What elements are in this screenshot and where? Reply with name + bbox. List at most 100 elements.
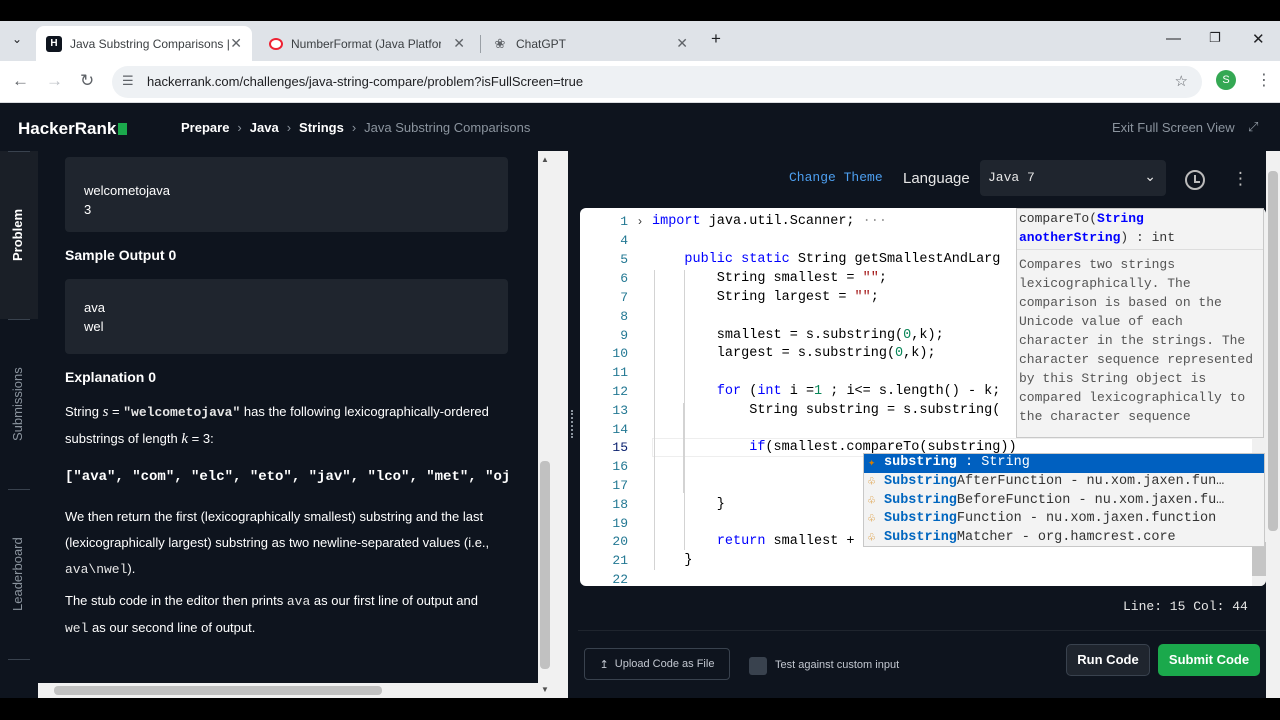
custom-input-checkbox[interactable] bbox=[749, 657, 767, 675]
collapse-icon[interactable]: ⤢ bbox=[1248, 119, 1258, 135]
sample-input-line: 3 bbox=[84, 202, 92, 217]
rail-tab-problem[interactable]: Problem bbox=[10, 209, 25, 261]
browser-tab-hackerrank[interactable]: H Java Substring Comparisons | H ✕ bbox=[36, 26, 252, 61]
suggestion-item[interactable]: ♧ SubstringFunction - nu.xom.jaxen.functi… bbox=[864, 510, 1264, 529]
line-number: 22 bbox=[612, 572, 628, 586]
suggestion-match: substring bbox=[884, 455, 957, 470]
code-line-18: } bbox=[652, 497, 725, 512]
breadcrumb-java[interactable]: Java bbox=[250, 120, 279, 135]
code-line-10: largest = s.substring(0,k); bbox=[652, 346, 936, 361]
tab-title: NumberFormat (Java Platform S bbox=[291, 36, 441, 51]
editor-menu-icon[interactable]: ⋮ bbox=[1232, 169, 1249, 189]
breadcrumb-prepare[interactable]: Prepare bbox=[181, 120, 229, 135]
breadcrumb-strings[interactable]: Strings bbox=[299, 120, 344, 135]
custom-input-label[interactable]: Test against custom input bbox=[775, 659, 899, 671]
divider bbox=[1017, 249, 1263, 250]
suggestion-item[interactable]: ♧ SubstringMatcher - org.hamcrest.core bbox=[864, 529, 1264, 548]
text: The stub code in the editor then prints bbox=[65, 593, 287, 608]
line-number: 17 bbox=[612, 478, 628, 493]
scroll-up-icon[interactable]: ▲ bbox=[541, 155, 549, 164]
close-icon[interactable]: ✕ bbox=[676, 35, 688, 52]
explanation-paragraph-1: String s = "welcometojava" has the follo… bbox=[65, 399, 515, 452]
close-icon[interactable]: ✕ bbox=[453, 35, 465, 52]
suggestion-rest: BeforeFunction - nu.xom.jaxen.fu… bbox=[956, 493, 1225, 508]
problem-vertical-scrollbar[interactable]: ▲ ▼ bbox=[538, 151, 568, 698]
rail-tab-submissions[interactable]: Submissions bbox=[10, 367, 25, 441]
explanation-paragraph-2: We then return the first (lexicographica… bbox=[65, 504, 515, 583]
browser-tab-numberformat[interactable]: NumberFormat (Java Platform S ✕ bbox=[259, 26, 475, 61]
forward-icon[interactable]: → bbox=[46, 71, 63, 91]
logo-text: HackerRank bbox=[18, 119, 117, 138]
run-code-button[interactable]: Run Code bbox=[1066, 644, 1150, 676]
sample-output-line: ava bbox=[84, 300, 105, 315]
restore-icon[interactable]: ❐ bbox=[1209, 30, 1221, 46]
line-number: 13 bbox=[612, 403, 628, 418]
sample-output-line: wel bbox=[84, 319, 104, 334]
minimize-icon[interactable]: — bbox=[1166, 30, 1181, 47]
history-icon[interactable] bbox=[1185, 170, 1205, 190]
code-inline: ava\nwel bbox=[65, 562, 128, 577]
close-window-icon[interactable]: ✕ bbox=[1252, 30, 1265, 48]
breadcrumb-current: Java Substring Comparisons bbox=[364, 120, 531, 135]
suggestion-item[interactable]: ✦ substring : String bbox=[864, 454, 1264, 473]
line-number: 7 bbox=[620, 290, 628, 305]
suggestion-rest: : String bbox=[956, 455, 1030, 470]
class-icon: ♧ bbox=[868, 512, 876, 526]
bookmark-star-icon[interactable]: ☆ bbox=[1175, 72, 1188, 90]
scrollbar-thumb[interactable] bbox=[54, 686, 382, 695]
profile-avatar[interactable]: S bbox=[1216, 70, 1236, 90]
drag-handle-icon[interactable] bbox=[571, 410, 575, 438]
text: compareTo( bbox=[1019, 211, 1098, 226]
back-icon[interactable]: ← bbox=[12, 71, 29, 91]
page-scrollbar[interactable] bbox=[1266, 151, 1280, 698]
autocomplete-list: ✦ substring : String ♧ SubstringAfterFunct… bbox=[863, 453, 1265, 547]
browser-tab-chatgpt[interactable]: ❀ ChatGPT ✕ bbox=[482, 26, 698, 61]
method-icon: ✦ bbox=[868, 456, 876, 470]
language-select[interactable]: Java 7 ⌄ bbox=[980, 160, 1166, 196]
method-signature: compareTo(String anotherString) : int bbox=[1019, 209, 1259, 247]
text: We then return the first (lexicographica… bbox=[65, 509, 484, 524]
chevron-right-icon: › bbox=[351, 120, 357, 135]
text: ). bbox=[127, 561, 136, 576]
suggestion-rest: Function - nu.xom.jaxen.function bbox=[956, 511, 1217, 526]
oracle-icon bbox=[269, 37, 283, 50]
letterbox-bottom bbox=[0, 698, 1280, 720]
change-theme-link[interactable]: Change Theme bbox=[789, 170, 883, 185]
language-value: Java 7 bbox=[988, 170, 1035, 185]
rail-tab-leaderboard[interactable]: Leaderboard bbox=[10, 537, 25, 611]
fold-chevron-icon[interactable]: › bbox=[638, 214, 642, 228]
line-number: 20 bbox=[612, 534, 628, 549]
close-icon[interactable]: ✕ bbox=[230, 35, 242, 52]
submit-code-button[interactable]: Submit Code bbox=[1158, 644, 1260, 676]
scrollbar-thumb[interactable] bbox=[1268, 171, 1278, 531]
chevron-right-icon: › bbox=[237, 120, 242, 135]
address-bar-row: ← → ↻ ☰ hackerrank.com/challenges/java-s… bbox=[0, 61, 1280, 103]
tab-search-icon[interactable]: ⌄ bbox=[12, 32, 22, 46]
code-line-6: String smallest = ""; bbox=[652, 271, 887, 286]
code-line-12: for (int i =1 ; i<= s.length() - k; bbox=[716, 384, 1001, 399]
parameter-hint-popup: compareTo(String anotherString) : int Com… bbox=[1016, 208, 1264, 438]
line-number: 4 bbox=[620, 233, 628, 248]
hackerrank-logo[interactable]: HackerRank bbox=[18, 119, 128, 139]
line-number: 10 bbox=[612, 346, 628, 361]
scrollbar-thumb[interactable] bbox=[540, 461, 550, 669]
screen: ⌄ H Java Substring Comparisons | H ✕ Num… bbox=[0, 0, 1280, 720]
reload-icon[interactable]: ↻ bbox=[80, 71, 94, 91]
url-text[interactable]: hackerrank.com/challenges/java-string-co… bbox=[147, 74, 583, 89]
scroll-down-icon[interactable]: ▼ bbox=[541, 685, 549, 694]
upload-code-button[interactable]: ↥ Upload Code as File bbox=[584, 648, 730, 680]
problem-horizontal-scrollbar[interactable] bbox=[38, 683, 538, 698]
url-box[interactable]: ☰ hackerrank.com/challenges/java-string-… bbox=[112, 66, 1202, 98]
text: = 3: bbox=[188, 431, 214, 446]
sample-output-block: ava wel bbox=[65, 279, 508, 354]
class-icon: ♧ bbox=[868, 494, 876, 508]
problem-panel: welcometojava 3 Sample Output 0 ava wel … bbox=[38, 151, 538, 683]
site-settings-icon[interactable]: ☰ bbox=[122, 73, 134, 89]
exit-full-screen-link[interactable]: Exit Full Screen View bbox=[1112, 120, 1235, 135]
suggestion-match: Substring bbox=[884, 530, 957, 545]
suggestion-item[interactable]: ♧ SubstringBeforeFunction - nu.xom.jaxen.… bbox=[864, 492, 1264, 511]
line-number: 1 bbox=[620, 214, 628, 229]
suggestion-item[interactable]: ♧ SubstringAfterFunction - nu.xom.jaxen.f… bbox=[864, 473, 1264, 492]
chrome-menu-icon[interactable]: ⋮ bbox=[1256, 70, 1272, 90]
new-tab-icon[interactable]: + bbox=[711, 29, 721, 49]
